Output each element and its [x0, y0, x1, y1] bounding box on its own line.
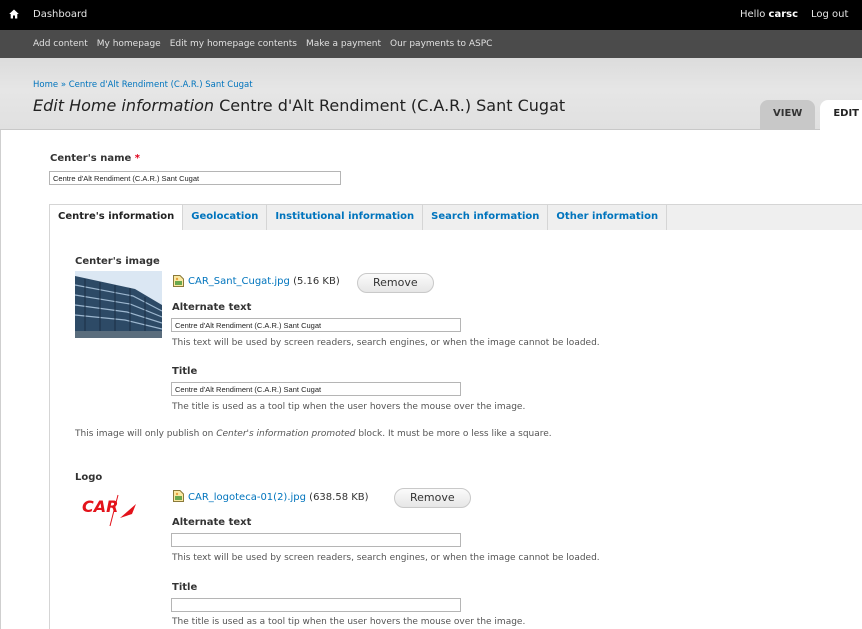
breadcrumb-current[interactable]: Centre d'Alt Rendiment (C.A.R.) Sant Cug…	[69, 80, 253, 90]
tab-edit[interactable]: EDIT	[820, 100, 862, 130]
page-title-prefix: Edit Home information	[33, 96, 215, 115]
required-marker: *	[134, 153, 141, 164]
logo-title-input[interactable]	[171, 598, 461, 612]
center-name-label-text: Center's name	[50, 153, 132, 164]
note-before: This image will only publish on	[75, 429, 217, 439]
shortcut-bar: Add content My homepage Edit my homepage…	[0, 30, 862, 58]
center-image-remove-button[interactable]: Remove	[357, 273, 434, 293]
tab-search-information[interactable]: Search information	[423, 205, 549, 230]
tab-centres-information[interactable]: Centre's information	[50, 205, 184, 232]
logo-alt-description: This text will be used by screen readers…	[172, 553, 600, 563]
note-emphasis: Center's information promoted	[216, 429, 356, 439]
center-name-input[interactable]: Centre d'Alt Rendiment (C.A.R.) Sant Cug…	[49, 171, 341, 185]
tab-other-information[interactable]: Other information	[548, 205, 668, 230]
logo-file-link[interactable]: CAR_logoteca-01(2).jpg	[188, 492, 306, 503]
tab-institutional-information[interactable]: Institutional information	[267, 205, 424, 230]
center-image-note: This image will only publish on Center's…	[75, 429, 552, 439]
note-after: block. It must be more o less like a squ…	[355, 429, 552, 439]
logout-link[interactable]: Log out	[811, 9, 848, 20]
page-title: Edit Home information Centre d'Alt Rendi…	[33, 96, 565, 115]
breadcrumb-separator: »	[60, 80, 67, 90]
page-title-node: Centre d'Alt Rendiment (C.A.R.) Sant Cug…	[219, 96, 566, 115]
page-left-border	[0, 130, 1, 629]
shortcut-edit-homepage[interactable]: Edit my homepage contents	[170, 39, 297, 49]
center-name-label: Center's name *	[50, 153, 140, 164]
logo-file-size: (638.58 KB)	[309, 492, 369, 503]
greeting-text: Hello	[740, 9, 766, 20]
tab-geolocation[interactable]: Geolocation	[183, 205, 268, 230]
center-image-title-description: The title is used as a tool tip when the…	[172, 402, 526, 412]
center-image-title-input[interactable]: Centre d'Alt Rendiment (C.A.R.) Sant Cug…	[171, 382, 461, 396]
building-photo	[75, 271, 162, 338]
user-greeting: Hello carsc	[740, 9, 798, 20]
center-image-label: Center's image	[75, 256, 160, 267]
logo-alt-input[interactable]	[171, 533, 461, 547]
logo-label: Logo	[75, 472, 103, 483]
logo-title-label: Title	[172, 582, 198, 593]
logo-title-description: The title is used as a tool tip when the…	[172, 617, 526, 627]
dashboard-link[interactable]: Dashboard	[33, 9, 87, 20]
home-icon[interactable]	[9, 9, 19, 19]
center-image-file-link[interactable]: CAR_Sant_Cugat.jpg	[188, 276, 290, 287]
center-image-file: CAR_Sant_Cugat.jpg (5.16 KB)	[188, 276, 340, 287]
logo-remove-button[interactable]: Remove	[394, 488, 471, 508]
page-header: Home » Centre d'Alt Rendiment (C.A.R.) S…	[0, 58, 862, 130]
image-file-icon	[173, 275, 184, 287]
image-file-icon	[173, 490, 184, 502]
center-image-alt-label: Alternate text	[172, 302, 252, 313]
breadcrumb-home[interactable]: Home	[33, 80, 58, 90]
center-image-file-size: (5.16 KB)	[293, 276, 340, 287]
center-image-title-label: Title	[172, 366, 198, 377]
breadcrumb: Home » Centre d'Alt Rendiment (C.A.R.) S…	[33, 80, 253, 90]
shortcut-add-content[interactable]: Add content	[33, 39, 88, 49]
center-image-alt-input[interactable]: Centre d'Alt Rendiment (C.A.R.) Sant Cug…	[171, 318, 461, 332]
tab-view[interactable]: VIEW	[760, 100, 816, 130]
center-image-alt-description: This text will be used by screen readers…	[172, 338, 600, 348]
car-logo-image: CAR	[82, 494, 136, 527]
shortcut-our-payments[interactable]: Our payments to ASPC	[390, 39, 492, 49]
logo-file: CAR_logoteca-01(2).jpg (638.58 KB)	[188, 492, 369, 503]
form-tabs: Centre's information Geolocation Institu…	[49, 204, 862, 232]
username-link[interactable]: carsc	[769, 9, 799, 20]
shortcut-make-payment[interactable]: Make a payment	[306, 39, 381, 49]
shortcut-my-homepage[interactable]: My homepage	[97, 39, 161, 49]
primary-tabs: VIEW EDIT	[760, 100, 862, 130]
logo-alt-label: Alternate text	[172, 517, 252, 528]
center-image-thumbnail	[75, 271, 162, 338]
admin-toolbar: Dashboard Hello carsc Log out	[0, 0, 862, 30]
